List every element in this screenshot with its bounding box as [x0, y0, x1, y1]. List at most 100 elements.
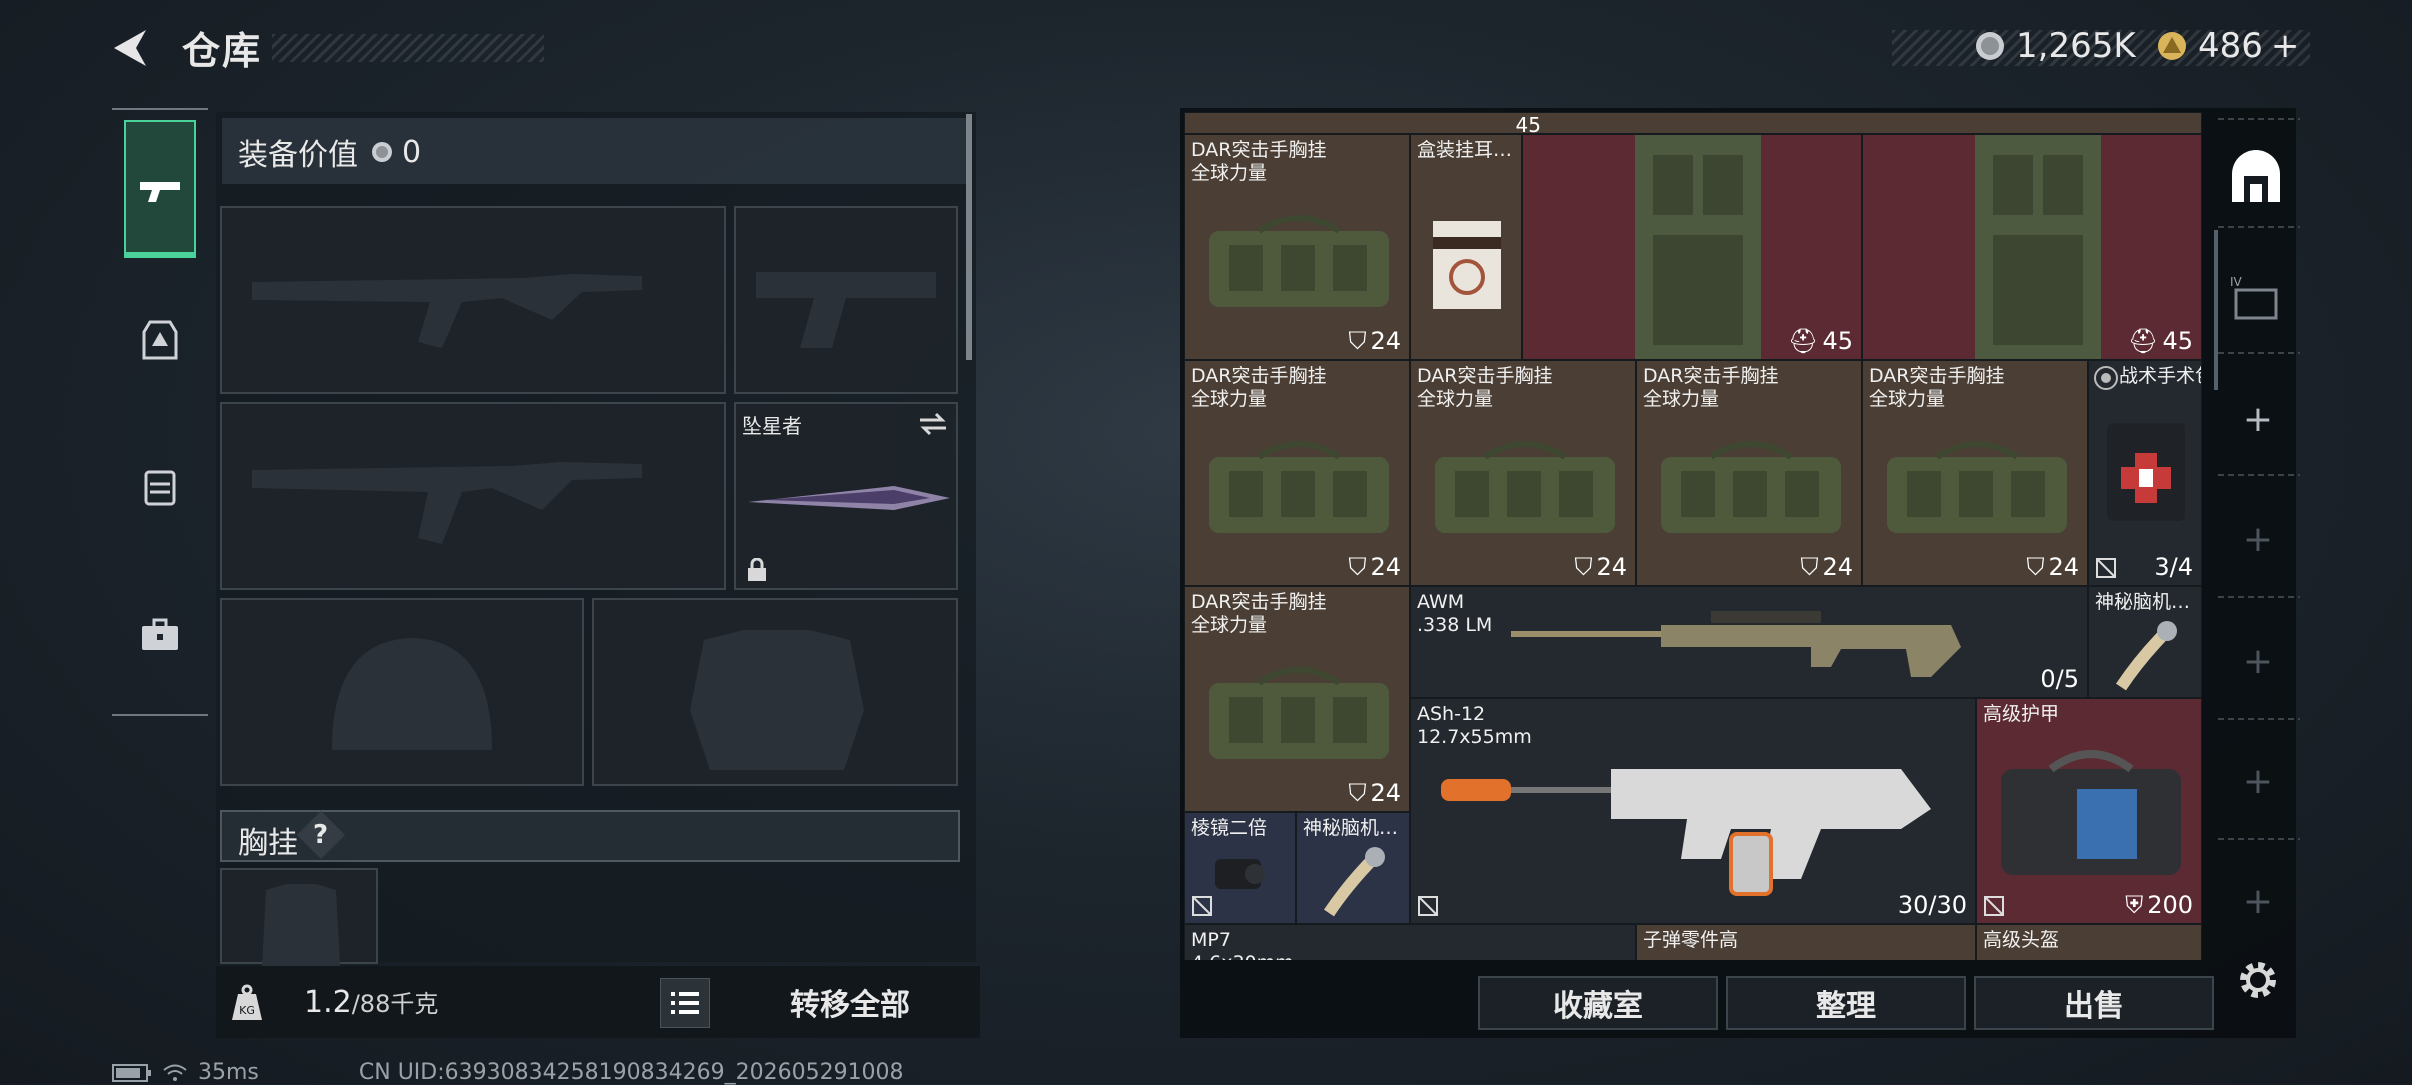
helmet-slot[interactable] — [220, 598, 584, 786]
coffee-box-icon — [1433, 221, 1501, 309]
settings-gear-icon[interactable] — [2236, 958, 2280, 1002]
grid-item-rig[interactable]: DAR突击手胸挂 全球力量 ⛉ 24 — [1184, 134, 1410, 360]
gold-coin-icon — [2158, 32, 2186, 60]
sort-button[interactable]: 整理 — [1726, 976, 1966, 1030]
item-name: 神秘脑机… — [2095, 591, 2191, 613]
wifi-icon — [163, 1064, 187, 1081]
item-name: AWM .338 LM — [1417, 591, 1493, 636]
item-ammo: 30/30 — [1897, 891, 1967, 919]
add-storage-icon[interactable]: + — [2240, 522, 2276, 558]
item-name: 神秘脑机… — [1303, 817, 1399, 839]
storage-box-icon[interactable]: IV — [2228, 272, 2284, 322]
grid-item-earbox[interactable]: 盒装挂耳… — [1410, 134, 1522, 360]
inventory-scrollbar[interactable] — [2214, 230, 2218, 390]
swap-icon[interactable] — [918, 412, 948, 436]
chest-rig-slot[interactable] — [220, 868, 378, 966]
armor-rig-icon — [1635, 135, 1761, 359]
add-storage-icon[interactable]: + — [2240, 884, 2276, 920]
rail-divider — [2218, 718, 2300, 720]
grid-item-medkit[interactable]: 战术手术包 3/4 — [2088, 360, 2202, 586]
rail-divider — [2218, 596, 2300, 598]
grid-item-chip[interactable]: 神秘脑机… — [1296, 812, 1410, 924]
item-name: DAR突击手胸挂 全球力量 — [1191, 365, 1327, 410]
battery-icon — [112, 1063, 151, 1082]
grid-item-partial[interactable]: 45 — [1184, 112, 2202, 134]
grid-item-high-armor[interactable]: 高级护甲 ⛨ 200 — [1976, 698, 2202, 924]
grid-item-armor[interactable]: ⛑ 45 — [1522, 134, 1862, 360]
warehouse-icon[interactable] — [2228, 150, 2284, 206]
grid-item-high-helmet[interactable]: 高级头盔 — [1976, 924, 2202, 960]
loadout-scrollbar[interactable] — [966, 114, 972, 360]
add-storage-icon[interactable]: + — [2240, 644, 2276, 680]
grid-item-rig[interactable]: DAR突击手胸挂 全球力量 ⛉ 24 — [1636, 360, 1862, 586]
rail-divider — [2218, 838, 2300, 840]
back-arrow-icon[interactable] — [108, 26, 152, 70]
sidearm-slot[interactable] — [734, 206, 958, 394]
grid-item-awm[interactable]: AWM .338 LM 0/5 — [1410, 586, 2088, 698]
transfer-all-button[interactable]: 转移全部 — [720, 966, 980, 1038]
brain-chip-icon — [1324, 847, 1385, 917]
uid-readout: CN UID:6393083425819083426​9_20260529100… — [358, 1060, 904, 1085]
pistol-icon — [140, 182, 180, 202]
tab-toolbox-icon[interactable] — [136, 610, 184, 658]
grid-item-scope[interactable]: 棱镜二倍 — [1184, 812, 1296, 924]
vault-button[interactable]: 收藏室 — [1478, 976, 1718, 1030]
rig-bag-icon — [1209, 441, 1389, 533]
favorite-target-icon[interactable] — [2093, 365, 2119, 391]
item-durability: ⛉ 24 — [1348, 553, 1401, 581]
grid-item-rig[interactable]: DAR突击手胸挂 全球力量 ⛉ 24 — [1184, 360, 1410, 586]
silver-coin-icon — [1976, 32, 2004, 60]
rail-divider — [2218, 226, 2300, 228]
tab-armor-icon[interactable] — [136, 316, 184, 364]
item-name: MP74.6x30mm — [1191, 929, 1294, 960]
no-trade-icon — [1418, 896, 1438, 916]
grid-item-mp7[interactable]: MP74.6x30mm — [1184, 924, 1636, 960]
brain-chip-icon — [2116, 621, 2177, 691]
melee-slot[interactable]: 坠星者 — [734, 402, 958, 590]
tabs-top-line — [112, 108, 208, 110]
help-icon: ? — [313, 820, 329, 850]
item-durability: ⛨ 200 — [2125, 891, 2193, 919]
vest-icon: ⛉ — [1348, 779, 1367, 807]
knife-icon — [748, 486, 950, 510]
grid-item-ash12[interactable]: ASh-12 12.7x55mm 30/30 — [1410, 698, 1976, 924]
rail-divider — [2218, 352, 2300, 354]
grid-item-rig[interactable]: DAR突击手胸挂 全球力量 ⛉ 24 — [1862, 360, 2088, 586]
tab-backpack-icon[interactable] — [136, 462, 184, 510]
armor-bag-icon — [2001, 750, 2181, 875]
list-view-button[interactable] — [660, 978, 710, 1028]
rig-bag-icon — [1661, 441, 1841, 533]
item-ammo: 0/5 — [2040, 665, 2079, 693]
item-name: DAR突击手胸挂 全球力量 — [1417, 365, 1553, 410]
vest-icon: ⛉ — [1348, 327, 1367, 355]
page-title: 仓库 — [182, 29, 263, 73]
body-armor-slot[interactable] — [592, 598, 958, 786]
vest-icon: ⛉ — [1574, 553, 1593, 581]
gold-currency[interactable]: 486 + — [2156, 26, 2299, 66]
item-durability: ⛉ 24 — [2026, 553, 2079, 581]
gold-amount: 486 — [2198, 26, 2263, 66]
add-gold-button[interactable]: + — [2271, 26, 2300, 66]
vest-icon: ⛉ — [2026, 553, 2045, 581]
secondary-weapon-slot[interactable] — [220, 402, 726, 590]
item-name: DAR突击手胸挂 全球力量 — [1869, 365, 2005, 410]
sell-button[interactable]: 出售 — [1974, 976, 2214, 1030]
vest-placeholder-icon — [262, 884, 340, 966]
item-name: 子弹零件高 — [1643, 929, 1739, 951]
rig-bag-icon — [1435, 441, 1615, 533]
add-storage-icon[interactable]: + — [2240, 402, 2276, 438]
svg-text:IV: IV — [2230, 275, 2243, 289]
ping-readout: 35ms — [198, 1060, 259, 1085]
primary-weapon-slot[interactable] — [220, 206, 726, 394]
item-uses: 3/4 — [2154, 553, 2193, 581]
tabs-bottom-line — [112, 714, 208, 716]
silver-coin-icon — [372, 142, 392, 162]
grid-item-armor[interactable]: ⛑ 45 — [1862, 134, 2202, 360]
grid-item-chip[interactable]: 神秘脑机… — [2088, 586, 2202, 698]
add-storage-icon[interactable]: + — [2240, 764, 2276, 800]
grid-item-rig[interactable]: DAR突击手胸挂 全球力量 ⛉ 24 — [1184, 586, 1410, 812]
grid-item-ammo-parts[interactable]: 子弹零件高 — [1636, 924, 1976, 960]
item-durability: ⛉ 24 — [1348, 779, 1401, 807]
rifle-placeholder-icon — [252, 462, 642, 544]
grid-item-rig[interactable]: DAR突击手胸挂 全球力量 ⛉ 24 — [1410, 360, 1636, 586]
